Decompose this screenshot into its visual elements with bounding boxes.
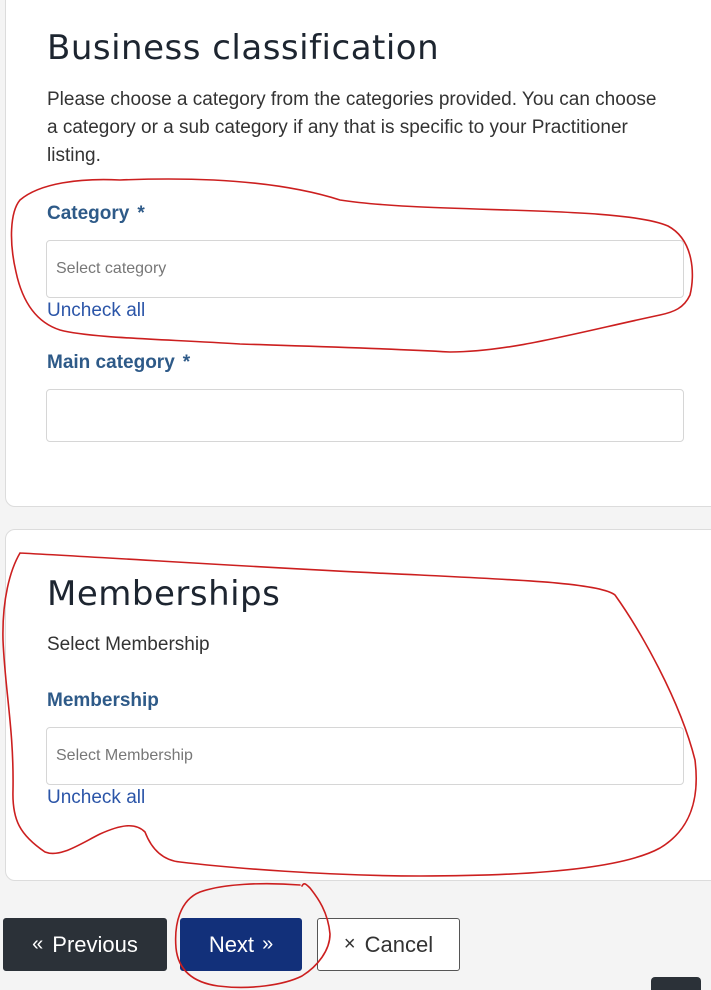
double-chevron-right-icon: » xyxy=(262,933,274,955)
memberships-description: Select Membership xyxy=(47,634,210,655)
back-to-top-button[interactable] xyxy=(651,977,701,990)
next-button-label: Next xyxy=(208,931,255,957)
membership-label-text: Membership xyxy=(47,690,159,711)
category-select-placeholder: Select category xyxy=(56,260,167,277)
main-category-label-text: Main category xyxy=(47,352,175,373)
previous-button[interactable]: « Previous xyxy=(3,918,167,971)
membership-select[interactable]: Select Membership xyxy=(46,727,684,785)
membership-select-placeholder: Select Membership xyxy=(56,747,193,764)
business-classification-title: Business classification xyxy=(47,28,440,68)
cancel-button-label: Cancel xyxy=(364,931,434,957)
business-classification-description: Please choose a category from the catego… xyxy=(47,89,657,166)
category-uncheck-all-link[interactable]: Uncheck all xyxy=(47,300,145,322)
membership-label: Membership xyxy=(47,690,159,712)
double-chevron-left-icon: « xyxy=(32,933,44,955)
cancel-button[interactable]: × Cancel xyxy=(317,918,460,971)
required-mark: * xyxy=(182,352,191,373)
close-icon: × xyxy=(343,933,356,955)
category-label: Category * xyxy=(47,203,145,225)
membership-uncheck-all-link[interactable]: Uncheck all xyxy=(47,787,145,809)
previous-button-label: Previous xyxy=(52,931,138,957)
category-label-text: Category xyxy=(47,203,130,224)
required-mark: * xyxy=(137,203,145,224)
category-select[interactable]: Select category xyxy=(46,240,684,298)
main-category-input[interactable] xyxy=(46,389,684,442)
main-category-label: Main category * xyxy=(47,352,190,374)
next-button[interactable]: Next » xyxy=(180,918,302,971)
memberships-title: Memberships xyxy=(47,574,281,614)
